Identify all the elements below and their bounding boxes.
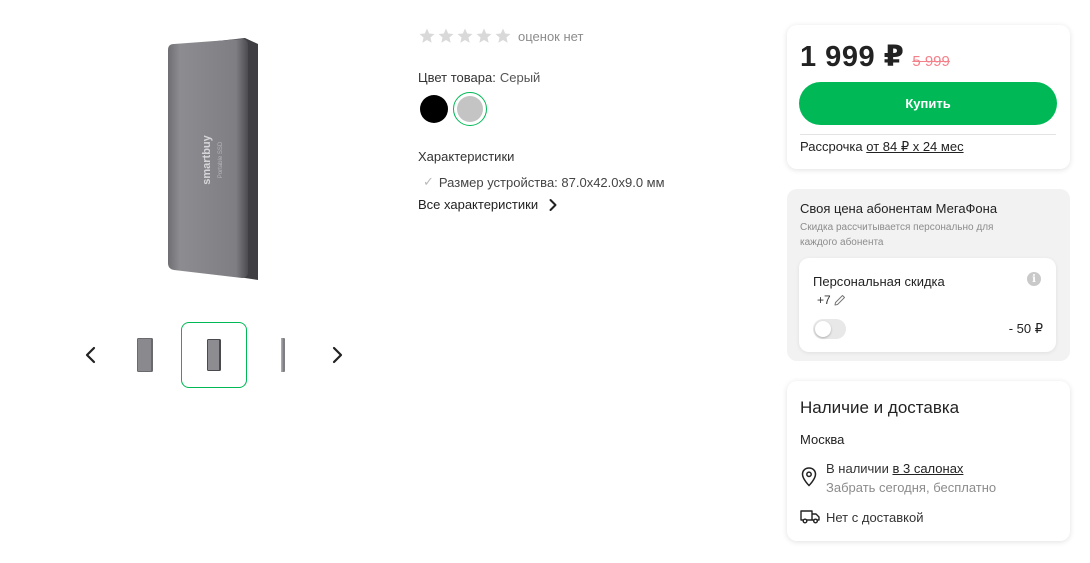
installment-link[interactable]: от 84 ₽ x 24 мес <box>866 139 963 154</box>
buy-button[interactable]: Купить <box>799 82 1057 125</box>
availability-row: В наличии в 3 салонах <box>826 461 963 476</box>
installment-label: Рассрочка <box>800 139 863 154</box>
pencil-icon[interactable] <box>833 294 846 307</box>
pickup-info: Забрать сегодня, бесплатно <box>826 480 997 495</box>
thumbnail-strip <box>80 322 355 390</box>
brand-logo: smartbuy <box>201 134 213 184</box>
product-main-image[interactable]: smartbuy Portable SSD <box>150 32 280 287</box>
gallery-prev-arrow-icon[interactable] <box>80 344 102 366</box>
map-pin-icon <box>801 467 817 487</box>
truck-icon <box>800 510 820 524</box>
current-price: 1 999 ₽ <box>800 41 905 73</box>
delivery-status: Нет с доставкой <box>826 510 924 525</box>
installment-row: Рассрочка от 84 ₽ x 24 мес <box>800 139 964 155</box>
star-icon <box>495 28 511 43</box>
color-swatch-black[interactable] <box>420 95 448 123</box>
color-swatches <box>420 92 487 126</box>
star-icon <box>476 28 492 43</box>
personal-discount-title: Персональная скидка <box>813 274 945 289</box>
phone-number-field[interactable]: +7 <box>817 293 846 307</box>
info-icon[interactable]: i <box>1027 272 1041 286</box>
phone-prefix: +7 <box>817 293 831 307</box>
old-price: 5 999 <box>912 53 950 70</box>
star-icon <box>457 28 473 43</box>
color-selector-label: Цвет товара: Серый <box>418 70 540 85</box>
all-characteristics-link[interactable]: Все характеристики <box>418 197 558 212</box>
characteristic-text: Размер устройства: 87.0x42.0x9.0 мм <box>438 174 665 190</box>
color-swatch-grey-selected[interactable] <box>453 92 487 126</box>
color-label: Цвет товара: <box>418 70 496 85</box>
gallery-next-arrow-icon[interactable] <box>326 344 348 366</box>
all-characteristics-label[interactable]: Все характеристики <box>418 197 538 212</box>
delivery-card: Наличие и доставка Москва В наличии в 3 … <box>787 381 1070 541</box>
discount-value: - 50 ₽ <box>1008 321 1043 336</box>
promo-subtitle: Скидка рассчитывается персонально для ка… <box>800 222 994 248</box>
city-name[interactable]: Москва <box>800 432 844 447</box>
price-row: 1 999 ₽ 5 999 <box>800 39 950 74</box>
characteristic-item: ✓ Размер устройства: 87.0x42.0x9.0 мм <box>423 174 665 190</box>
availability-stores-link[interactable]: в 3 салонах <box>892 461 963 476</box>
color-swatch-grey[interactable] <box>457 96 483 122</box>
rating: оценок нет <box>418 27 583 45</box>
color-value: Серый <box>499 70 541 85</box>
delivery-title: Наличие и доставка <box>800 398 960 417</box>
star-icon <box>438 28 454 43</box>
chevron-right-icon <box>549 198 557 211</box>
rating-count-text[interactable]: оценок нет <box>518 29 583 44</box>
availability-prefix: В наличии <box>826 461 889 476</box>
gallery-thumbnail-2[interactable] <box>181 322 247 388</box>
svg-text:Portable SSD: Portable SSD <box>218 141 224 178</box>
gallery-thumbnail-3[interactable] <box>250 322 316 388</box>
characteristics-title: Характеристики <box>418 149 515 164</box>
personal-discount-toggle[interactable] <box>813 319 846 339</box>
promo-title: Своя цена абонентам МегаФона <box>800 201 998 216</box>
gallery-thumbnail-1[interactable] <box>112 322 178 388</box>
price-card: 1 999 ₽ 5 999 Купить Рассрочка от 84 ₽ x… <box>787 25 1070 169</box>
divider <box>800 134 1056 135</box>
checkmark-icon: ✓ <box>423 174 434 189</box>
personal-discount-panel: Персональная скидка i +7 - 50 ₽ <box>799 258 1056 352</box>
star-icon <box>419 28 435 43</box>
megafon-price-card: Своя цена абонентам МегаФона Скидка расс… <box>787 189 1070 361</box>
